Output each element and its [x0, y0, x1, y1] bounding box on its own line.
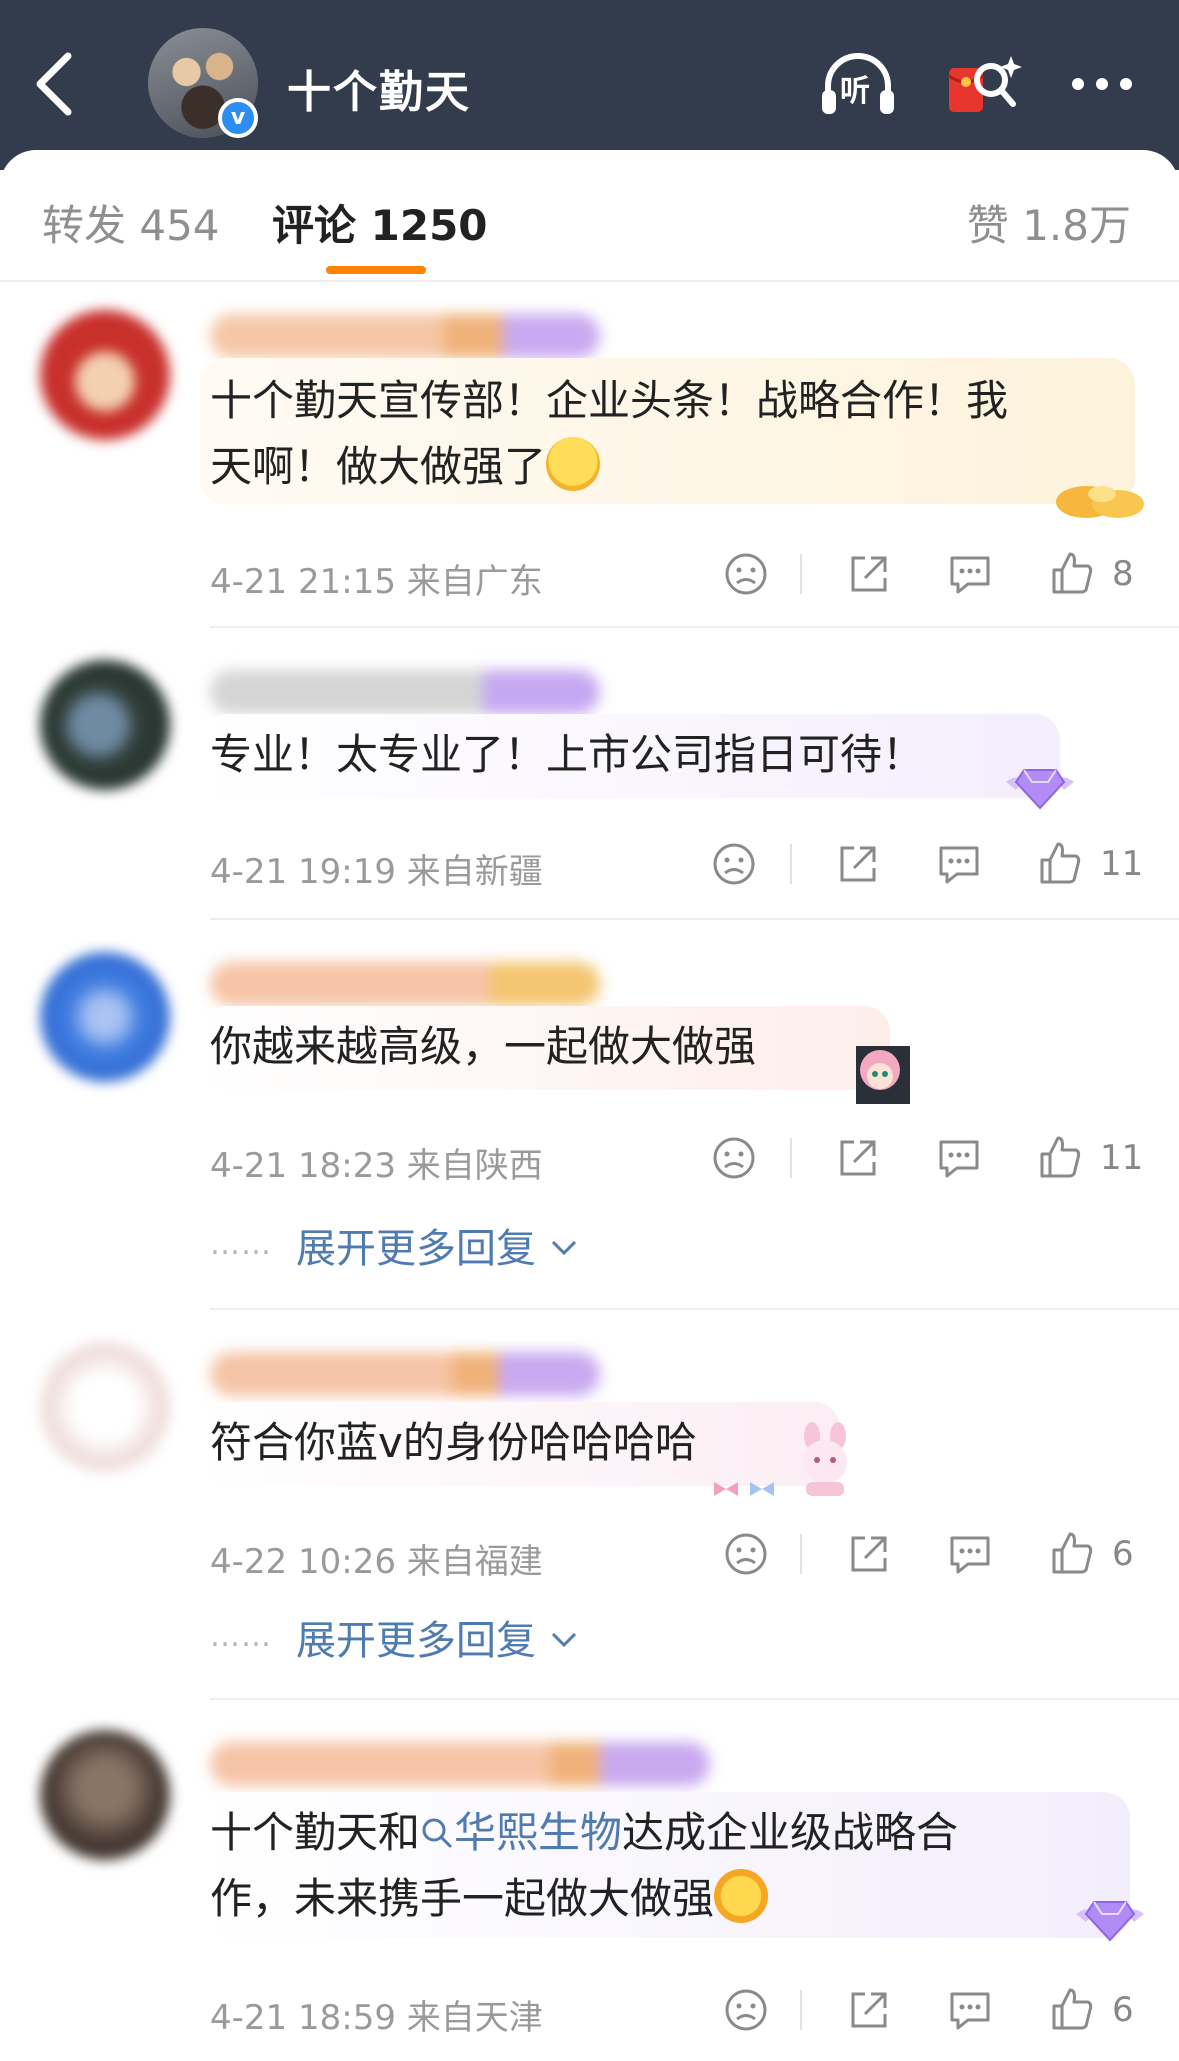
share-icon[interactable]	[834, 1134, 882, 1182]
surprised-emoji-icon	[546, 437, 601, 491]
share-icon[interactable]	[845, 550, 893, 598]
actions-separator	[790, 1138, 792, 1178]
like-icon[interactable]	[1048, 1986, 1096, 2034]
comment-meta: 4-21 18:23 来自陕西	[210, 1146, 543, 1186]
like-count: 6	[1112, 1534, 1134, 1574]
account-name[interactable]: 十个勤天	[287, 56, 471, 120]
comment-icon[interactable]	[935, 1134, 983, 1182]
tab-likes[interactable]: 赞 1.8万	[967, 192, 1131, 253]
expand-replies-link[interactable]: 展开更多回复	[296, 1226, 536, 1272]
sunflower-emoji-icon	[714, 1869, 769, 1923]
dislike-icon[interactable]	[722, 1986, 770, 2034]
listen-label: 听	[840, 74, 870, 109]
bow-decor-icon	[714, 1482, 774, 1496]
dislike-icon[interactable]	[710, 1134, 758, 1182]
comment-meta: 4-22 10:26 来自福建	[210, 1542, 543, 1582]
weibo-comments-screen: v 十个勤天 听 转发 454 评论 1250 赞 1.8万 十个勤天宣传部！企…	[0, 0, 1179, 2061]
comment-text: 专业！太专业了！上市公司指日可待！	[210, 730, 925, 779]
tab-repost[interactable]: 转发 454	[42, 192, 220, 253]
actions-separator	[800, 1534, 802, 1574]
comment-meta: 4-21 19:19 来自新疆	[210, 852, 543, 892]
commenter-name[interactable]	[210, 1742, 710, 1786]
bunny-sticker-decor-icon	[803, 1422, 847, 1496]
like-count: 6	[1112, 1990, 1134, 2030]
replies-dots: ……	[210, 1619, 272, 1654]
actions-separator	[790, 844, 792, 884]
comment-text: 你越来越高级，一起做大做强	[210, 1022, 757, 1071]
diamond-decor-icon	[1006, 769, 1074, 810]
gold-ingot-decor-icon	[1056, 486, 1144, 518]
expand-replies[interactable]: …… 展开更多回复	[210, 1216, 579, 1274]
expand-replies-link[interactable]: 展开更多回复	[296, 1618, 536, 1664]
comment-divider	[210, 626, 1179, 628]
like-icon[interactable]	[1036, 1134, 1084, 1182]
topic-link[interactable]: 华熙生物	[420, 1808, 622, 1857]
commenter-name[interactable]	[210, 1352, 600, 1396]
red-envelope-icon[interactable]	[943, 50, 1023, 120]
comment-item: 专业！太专业了！上市公司指日可待！ 4-21 19:19 来自新疆 11	[0, 630, 1179, 920]
replies-dots: ……	[210, 1227, 272, 1262]
actions-separator	[800, 1990, 802, 2030]
comment-icon[interactable]	[946, 1986, 994, 2034]
commenter-avatar[interactable]	[40, 1342, 170, 1472]
chevron-down-icon[interactable]	[549, 1236, 579, 1260]
commenter-avatar[interactable]	[40, 310, 170, 440]
like-count: 11	[1100, 1138, 1144, 1178]
comment-meta: 4-21 21:15 来自广东	[210, 562, 543, 602]
commenter-name[interactable]	[210, 962, 600, 1006]
share-icon[interactable]	[845, 1986, 893, 2034]
dislike-icon[interactable]	[710, 840, 758, 888]
anime-sticker-decor-icon	[856, 1046, 910, 1104]
commenter-avatar[interactable]	[40, 952, 170, 1082]
more-icon[interactable]	[1062, 50, 1142, 120]
diamond-decor-icon	[1076, 1901, 1144, 1942]
share-icon[interactable]	[834, 840, 882, 888]
like-count: 11	[1100, 844, 1144, 884]
top-bar: v 十个勤天 听	[0, 0, 1179, 170]
comment-icon[interactable]	[946, 550, 994, 598]
expand-replies[interactable]: …… 展开更多回复	[210, 1608, 579, 1666]
tab-comments[interactable]: 评论 1250	[272, 192, 488, 253]
dislike-icon[interactable]	[722, 1530, 770, 1578]
comment-text: 十个勤天和 华熙生物达成企业级战略合 作，未来携手一起做大做强	[210, 1808, 959, 1923]
like-icon[interactable]	[1036, 840, 1084, 888]
comment-item: 符合你蓝v的身份哈哈哈哈 4-22 10:26 来自福建 6 …… 展开更多回复	[0, 1310, 1179, 1700]
comment-text: 符合你蓝v的身份哈哈哈哈	[210, 1418, 697, 1467]
like-icon[interactable]	[1048, 1530, 1096, 1578]
commenter-avatar[interactable]	[40, 1730, 170, 1860]
commenter-name[interactable]	[210, 670, 600, 714]
dislike-icon[interactable]	[722, 550, 770, 598]
active-tab-indicator	[326, 266, 426, 274]
search-icon	[422, 1818, 452, 1848]
comment-item: 十个勤天宣传部！企业头条！战略合作！我 天啊！做大做强了 4-21 21:15 …	[0, 300, 1179, 630]
comment-icon[interactable]	[946, 1530, 994, 1578]
comment-item: 你越来越高级，一起做大做强 4-21 18:23 来自陕西 11 …… 展开更多回…	[0, 920, 1179, 1310]
like-icon[interactable]	[1048, 550, 1096, 598]
comment-item: 十个勤天和 华熙生物达成企业级战略合 作，未来携手一起做大做强 4-21 18:5…	[0, 1700, 1179, 2061]
comment-text: 十个勤天宣传部！企业头条！战略合作！我 天啊！做大做强了	[210, 376, 1009, 491]
comment-meta: 4-21 18:59 来自天津	[210, 1998, 543, 2038]
back-icon[interactable]	[30, 48, 80, 120]
actions-separator	[800, 554, 802, 594]
commenter-avatar[interactable]	[40, 660, 170, 790]
verified-badge-icon: v	[218, 98, 258, 138]
commenter-name[interactable]	[210, 314, 600, 358]
like-count: 8	[1112, 554, 1134, 594]
comment-icon[interactable]	[935, 840, 983, 888]
tab-bar: 转发 454 评论 1250 赞 1.8万	[0, 150, 1179, 282]
share-icon[interactable]	[845, 1530, 893, 1578]
chevron-down-icon[interactable]	[549, 1628, 579, 1652]
